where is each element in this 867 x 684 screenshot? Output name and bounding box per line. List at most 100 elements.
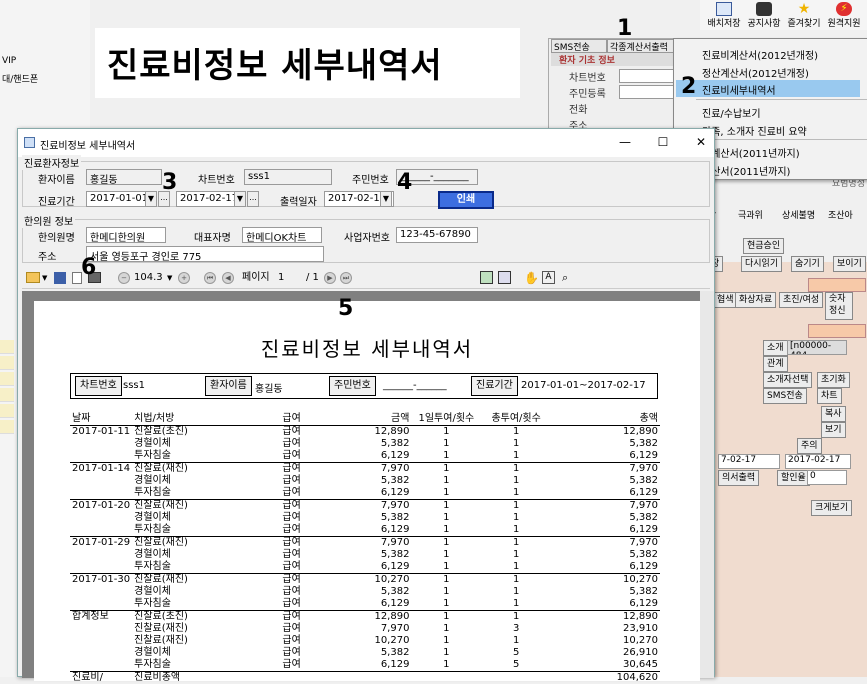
text-select-icon[interactable]: A [542,271,555,284]
print-menu-button[interactable]: 각종계산서출력 [607,39,683,53]
cell-date: 2017-01-29 [70,537,132,550]
cell-amount: 6,129 [312,450,411,463]
menu-item-invoice-2012[interactable]: 진료비계산서(2012년개정) [702,47,818,62]
cell-amount: 12,890 [312,611,411,624]
save-icon[interactable] [54,272,66,284]
grid-cell [0,372,14,386]
address-field[interactable]: 서울 영등포구 경인로 775 [86,246,324,262]
cell-benefit: 급여 [271,586,313,598]
first-visit-button[interactable]: 초진/여성 [779,292,823,308]
chart-no-field[interactable]: sss1 [244,169,332,185]
biz-no-field[interactable]: 123-45-67890 [396,227,478,243]
cash-approval-button[interactable]: 현금승인 [743,238,784,254]
viewer-toolbar: ▼ − 104.3 ▼ + ⏮ ◀ 페이지 1 / 1 ▶ ⏭ ✋ A ⌕ [22,269,710,289]
cell-treatment: 진찰료(재진) [132,574,271,587]
menu-item-settlement-2012[interactable]: 정산계산서(2012년개정) [702,65,809,80]
cell-total: 6,129 [551,561,660,574]
view-button[interactable]: 보기 [821,422,846,438]
cell-total-count: 1 [481,463,551,476]
menu-item-family-summary[interactable]: 가족, 소개자 진료비 요약 [702,123,807,138]
hand-tool-icon[interactable]: ✋ [524,271,539,285]
page-field[interactable]: 1 [278,271,298,285]
hide-button[interactable]: 숨기기 [791,256,824,272]
cell-total-count: 1 [481,487,551,500]
director-field[interactable]: 한메디OK차트 [242,227,322,243]
search-button[interactable]: 혐색 [713,292,738,308]
vertical-scrollbar[interactable] [700,291,714,678]
reset-button[interactable]: 초기화 [817,372,850,388]
zoom-dropdown-icon[interactable]: ▼ [167,271,172,285]
print-button[interactable]: 인쇄 [438,191,494,209]
to-date-field[interactable]: 2017-02-17 [785,454,851,469]
single-page-icon[interactable] [480,271,493,284]
multi-page-icon[interactable] [498,271,511,284]
numeric-button[interactable]: 숫자정신 [825,292,853,320]
first-page-icon[interactable]: ⏮ [204,272,216,284]
table-row: 투자침술급여6,1291530,645 [70,659,660,672]
patient-name-field[interactable]: 홍길동 [86,169,162,185]
cell-total: 23,910 [551,623,660,635]
sms-send-button[interactable]: SMS전송 [551,39,607,53]
date-to-picker-button[interactable]: ... [247,191,259,207]
cell-date: 2017-01-30 [70,574,132,587]
document-print-button[interactable]: 의서출력 [718,470,759,486]
code-field[interactable]: [n00000-484 [787,340,847,355]
date-to-dropdown[interactable]: ▼ [234,191,246,207]
cell-treatment: 경혈이체 [132,475,271,487]
reload-button[interactable]: 다시읽기 [741,256,782,272]
prev-page-icon[interactable]: ◀ [222,272,234,284]
menu-item-bill-2011[interactable]: 계산서(2011년까지) [702,163,790,178]
favorites-button[interactable]: ★ 즐겨찾기 [784,0,824,29]
print-date-dropdown[interactable]: ▼ [380,191,392,207]
date-from-dropdown[interactable]: ▼ [145,191,157,207]
select-referrer-button[interactable]: 소개자선택 [763,372,812,388]
page-label: 페이지 [242,271,270,285]
grid-cell [0,404,14,418]
phone-label: 전화 [569,101,587,116]
find-icon[interactable]: ⌕ [562,271,568,285]
zoom-out-icon[interactable]: − [118,272,130,284]
cell-treatment: 진찰료(초진) [132,611,271,624]
menu-separator [696,139,867,140]
image-data-button[interactable]: 화상자료 [735,292,776,308]
enlarge-button[interactable]: 크게보기 [811,500,852,516]
menu-item-invoice-2011[interactable]: 비계산서(2011년까지) [702,145,800,160]
grid-cell [0,356,14,370]
intro-label: 소개 [763,340,788,356]
remote-support-button[interactable]: ⚡ 원격지원 [824,0,864,29]
batch-save-button[interactable]: 배치저장 [704,0,744,29]
cell-daily: 1 [411,611,481,624]
panel-header [808,278,866,292]
show-button[interactable]: 보이기 [833,256,866,272]
cell-benefit: 급여 [271,426,313,439]
sms-send-button-2[interactable]: SMS전송 [763,388,807,404]
cell-total: 30,645 [551,659,660,672]
cell-amount: 5,382 [312,549,411,561]
open-folder-icon[interactable] [26,272,40,283]
cell-benefit: 급여 [271,438,313,450]
cell-total-count: 1 [481,611,551,624]
next-page-icon[interactable]: ▶ [324,272,336,284]
copy-button[interactable]: 복사 [821,406,846,422]
minimize-icon[interactable]: — [618,135,632,149]
notice-button[interactable]: 공지사항 [744,0,784,29]
cell-benefit: 급여 [271,611,313,624]
menu-item-detail-statement[interactable]: 진료비세부내역서 [702,82,776,97]
chart-button[interactable]: 차트 [817,388,842,404]
maximize-icon[interactable]: ☐ [656,135,670,149]
last-page-icon[interactable]: ⏭ [340,272,352,284]
cell-date [70,635,132,647]
cell-treatment: 진찰료(재진) [132,635,271,647]
table-row: 투자침술급여6,129116,129 [70,524,660,537]
close-icon[interactable]: ✕ [694,135,708,149]
dropdown-arrow-icon[interactable]: ▼ [42,271,47,285]
clinic-name-field[interactable]: 한메디한의원 [86,227,166,243]
caution-button[interactable]: 주의 [797,438,822,454]
from-date-field[interactable]: 7-02-17 [718,454,780,469]
report-viewer[interactable]: 진료비정보 세부내역서 차트번호 sss1 환자이름 홍길동 주민번호 ____… [22,291,700,678]
menu-item-payment-view[interactable]: 진료/수납보기 [702,105,761,120]
page-total: / 1 [306,271,319,285]
discount-field[interactable]: 0 [807,470,847,485]
zoom-in-icon[interactable]: + [178,272,190,284]
chart-no-label: 차트번호 [198,171,235,186]
